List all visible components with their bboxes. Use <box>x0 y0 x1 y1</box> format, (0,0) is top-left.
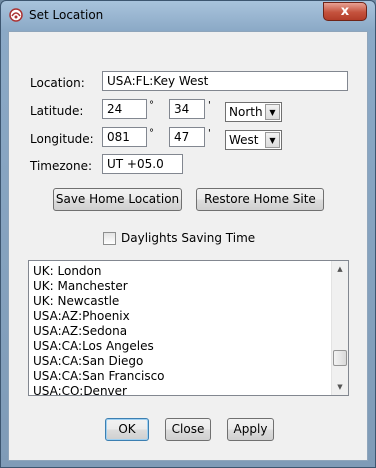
window-title: Set Location <box>29 8 104 22</box>
list-item[interactable]: USA:AZ:Phoenix <box>33 309 130 324</box>
daylight-saving-checkbox[interactable] <box>103 232 116 245</box>
minute-symbol: ' <box>208 100 211 111</box>
degree-symbol: ° <box>149 100 154 111</box>
longitude-direction-value: West <box>229 133 259 147</box>
latitude-label: Latitude: <box>30 104 84 118</box>
timezone-label: Timezone: <box>30 159 93 173</box>
close-button[interactable]: Close <box>165 418 211 441</box>
list-item[interactable]: USA:CO:Denver <box>33 384 127 395</box>
list-scrollbar[interactable]: ▲ ▼ <box>331 261 348 395</box>
restore-home-site-button[interactable]: Restore Home Site <box>196 188 324 211</box>
longitude-minutes-input[interactable]: 47 <box>169 127 205 147</box>
list-item[interactable]: UK: Manchester <box>33 279 128 294</box>
location-input[interactable]: USA:FL:Key West <box>102 71 348 91</box>
longitude-degrees-input[interactable]: 081 <box>102 127 147 147</box>
longitude-label: Longitude: <box>30 132 94 146</box>
save-home-location-button[interactable]: Save Home Location <box>53 188 182 211</box>
minute-symbol: ' <box>208 128 211 139</box>
latitude-direction-value: North <box>229 105 263 119</box>
longitude-direction-select[interactable]: West ▼ <box>225 130 282 150</box>
list-item[interactable]: USA:AZ:Sedona <box>33 324 127 339</box>
timezone-input[interactable]: UT +05.0 <box>102 154 183 174</box>
list-item[interactable]: USA:CA:San Francisco <box>33 369 165 384</box>
location-list[interactable]: UK: London UK: Manchester UK: Newcastle … <box>28 260 349 396</box>
close-window-button[interactable]: x <box>323 2 367 21</box>
list-item[interactable]: UK: Newcastle <box>33 294 119 309</box>
chevron-down-icon: ▼ <box>265 104 280 120</box>
scroll-thumb[interactable] <box>333 350 347 366</box>
list-item[interactable]: UK: London <box>33 264 102 279</box>
app-icon <box>9 8 23 22</box>
latitude-minutes-input[interactable]: 34 <box>169 99 205 119</box>
close-icon: x <box>340 4 350 19</box>
dialog-body: Location: USA:FL:Key West Latitude: 24 °… <box>8 31 368 461</box>
list-item[interactable]: USA:CA:Los Angeles <box>33 339 154 354</box>
scroll-down-arrow-icon[interactable]: ▼ <box>332 379 348 395</box>
latitude-degrees-input[interactable]: 24 <box>102 99 147 119</box>
set-location-window: Set Location x Location: USA:FL:Key West… <box>0 0 376 468</box>
chevron-down-icon: ▼ <box>265 132 280 148</box>
daylight-saving-label[interactable]: Daylights Saving Time <box>121 231 255 245</box>
apply-button[interactable]: Apply <box>227 418 274 441</box>
degree-symbol: ° <box>149 128 154 139</box>
ok-button[interactable]: OK <box>105 418 149 441</box>
latitude-direction-select[interactable]: North ▼ <box>225 102 282 122</box>
location-label: Location: <box>30 76 85 90</box>
title-bar[interactable]: Set Location x <box>1 1 375 31</box>
scroll-up-arrow-icon[interactable]: ▲ <box>332 261 348 277</box>
list-item[interactable]: USA:CA:San Diego <box>33 354 143 369</box>
